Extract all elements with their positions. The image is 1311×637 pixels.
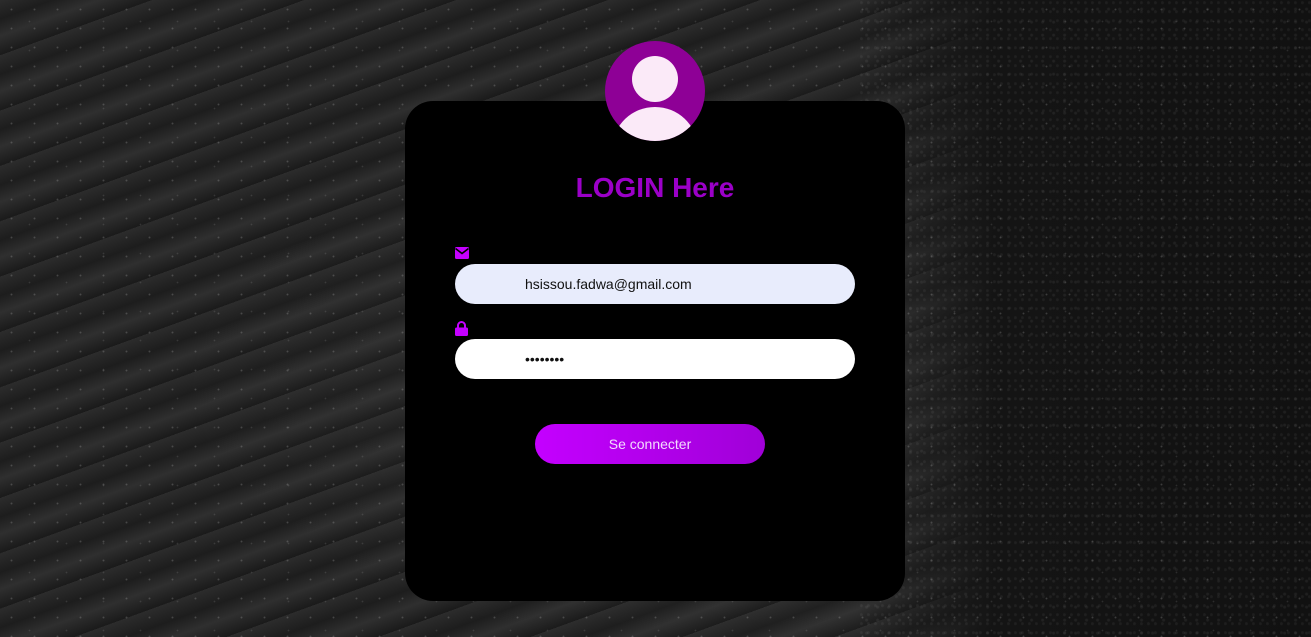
avatar-head <box>632 56 678 102</box>
login-button[interactable]: Se connecter <box>535 424 765 464</box>
password-field[interactable] <box>455 339 855 379</box>
login-title: LOGIN Here <box>575 172 735 203</box>
lock-icon <box>455 321 469 336</box>
avatar-body <box>613 107 697 141</box>
user-avatar-icon <box>605 41 705 141</box>
email-field[interactable] <box>455 264 855 304</box>
envelope-icon <box>455 247 469 261</box>
